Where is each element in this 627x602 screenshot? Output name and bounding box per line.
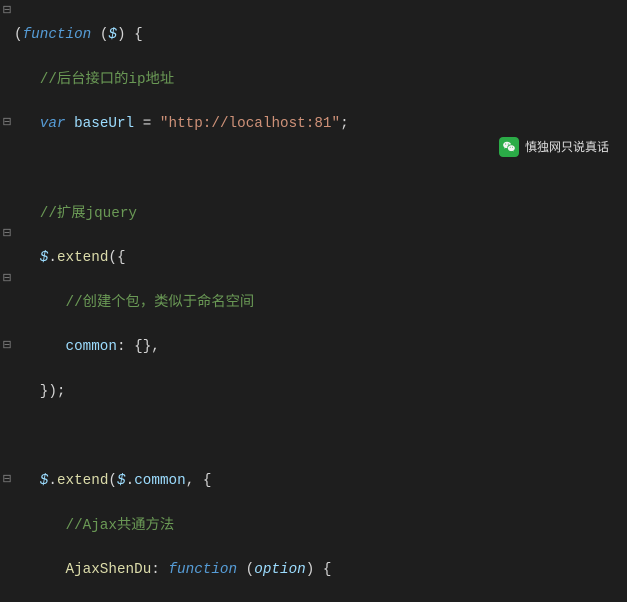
fold-marker[interactable]: ⊟ [2, 274, 12, 284]
wechat-icon [499, 137, 519, 157]
code-line: }); [14, 381, 627, 403]
watermark: 慎独网只说真话 [499, 136, 609, 158]
fold-marker[interactable]: ⊟ [2, 475, 12, 485]
code-line: $.extend({ [14, 247, 627, 269]
fold-gutter: ⊟ ⊟ ⊟ ⊟ ⊟ ⊟ [0, 0, 14, 180]
code-line: //Ajax共通方法 [14, 515, 627, 537]
watermark-label: 慎独网只说真话 [525, 136, 609, 158]
code-line: (function ($) { [14, 24, 627, 46]
code-line: common: {}, [14, 336, 627, 358]
fold-marker[interactable]: ⊟ [2, 6, 12, 16]
fold-marker[interactable]: ⊟ [2, 229, 12, 239]
code-line [14, 426, 627, 448]
code-line: $.extend($.common, { [14, 470, 627, 492]
code-line: //创建个包，类似于命名空间 [14, 292, 627, 314]
code-line [14, 158, 627, 180]
code-line: //后台接口的ip地址 [14, 69, 627, 91]
code-editor: ⊟ ⊟ ⊟ ⊟ ⊟ ⊟ (function ($) { //后台接口的ip地址 … [0, 0, 627, 180]
code-content: (function ($) { //后台接口的ip地址 var baseUrl … [14, 2, 627, 602]
code-line: var baseUrl = "http://localhost:81"; [14, 113, 627, 135]
fold-marker[interactable]: ⊟ [2, 118, 12, 128]
fold-marker[interactable]: ⊟ [2, 341, 12, 351]
code-line: //扩展jquery [14, 203, 627, 225]
code-line: AjaxShenDu: function (option) { [14, 559, 627, 581]
